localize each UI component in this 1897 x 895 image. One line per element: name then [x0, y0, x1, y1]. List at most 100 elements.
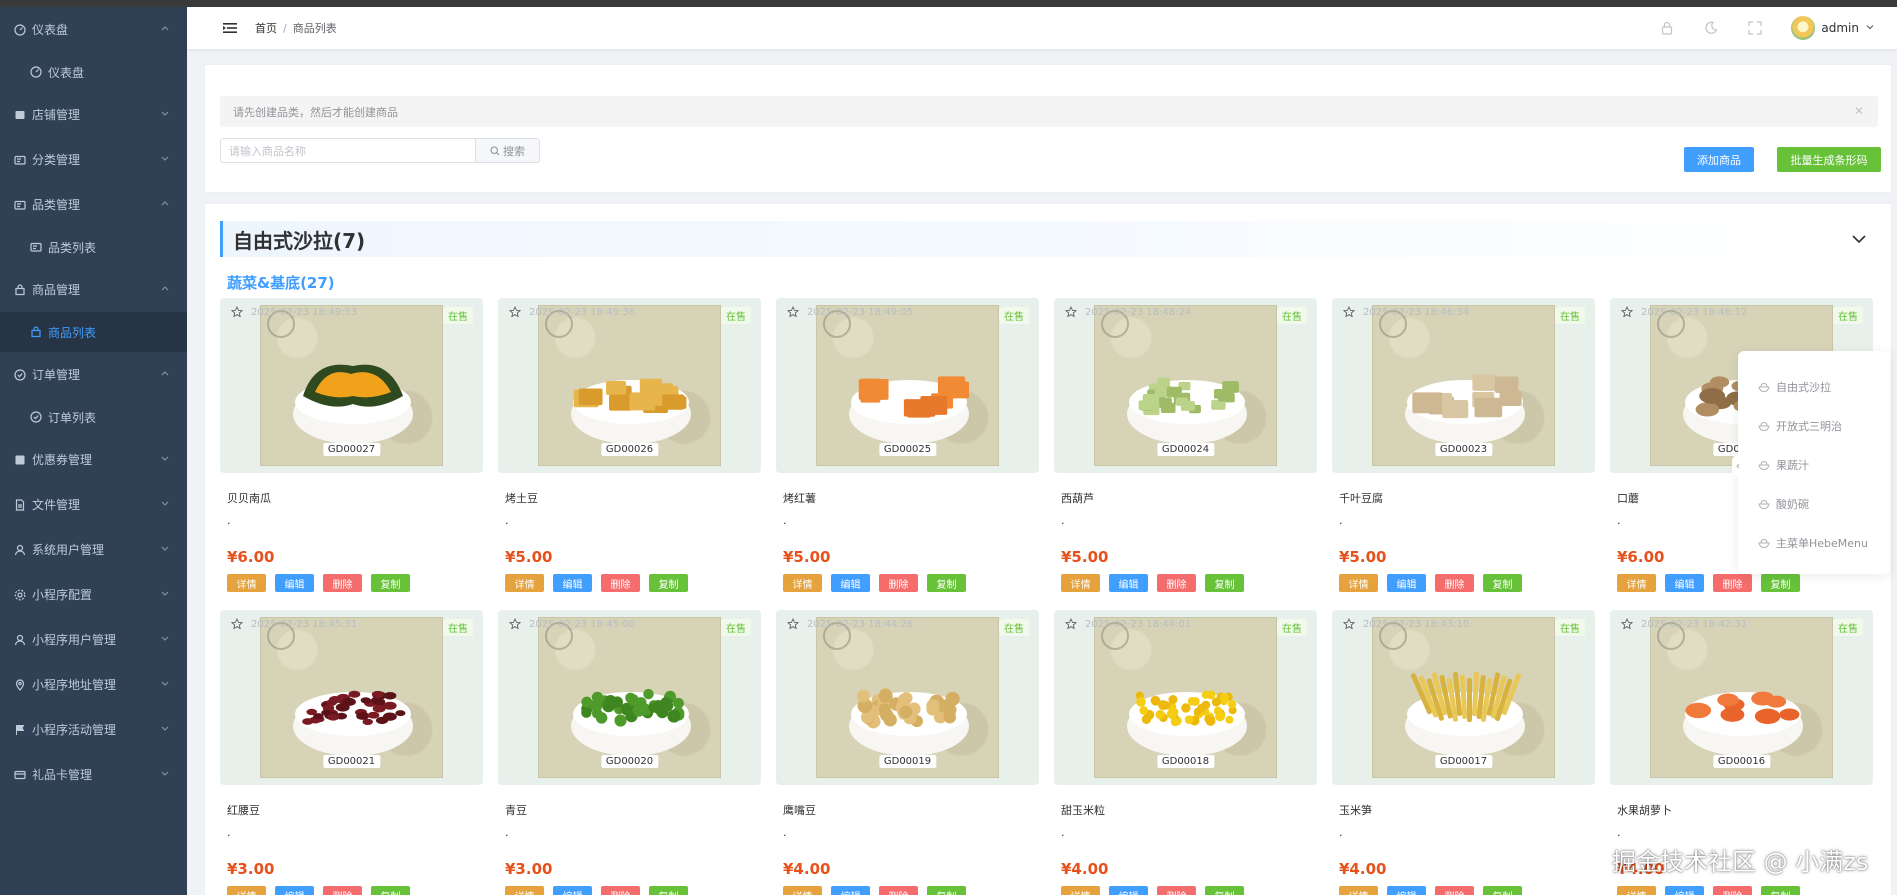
delete-button[interactable]: 删除	[323, 574, 362, 592]
copy-button[interactable]: 复制	[927, 886, 966, 895]
float-menu-item[interactable]: 自由式沙拉	[1738, 367, 1890, 406]
sidebar-item-10[interactable]: 优惠券管理	[0, 437, 187, 482]
star-icon[interactable]	[1343, 306, 1355, 318]
fullscreen-icon[interactable]	[1747, 20, 1763, 36]
delete-button[interactable]: 删除	[1435, 886, 1474, 895]
sidebar-item-13[interactable]: 小程序配置	[0, 572, 187, 617]
detail-button[interactable]: 详情	[1339, 574, 1378, 592]
product-image[interactable]: GD00025 2025-02-23 18:49:05 在售	[776, 298, 1039, 473]
breadcrumb-home[interactable]: 首页	[255, 22, 277, 35]
copy-button[interactable]: 复制	[927, 574, 966, 592]
star-icon[interactable]	[1621, 618, 1633, 630]
star-icon[interactable]	[787, 306, 799, 318]
detail-button[interactable]: 详情	[1061, 574, 1100, 592]
copy-button[interactable]: 复制	[1761, 574, 1800, 592]
star-icon[interactable]	[1621, 306, 1633, 318]
sidebar-item-17[interactable]: 礼品卡管理	[0, 752, 187, 797]
hamburger-icon[interactable]	[223, 22, 237, 34]
float-menu-item[interactable]: 酸奶碗	[1738, 484, 1890, 523]
edit-button[interactable]: 编辑	[1387, 886, 1426, 895]
edit-button[interactable]: 编辑	[1665, 886, 1704, 895]
copy-button[interactable]: 复制	[649, 574, 688, 592]
star-icon[interactable]	[509, 618, 521, 630]
detail-button[interactable]: 详情	[505, 574, 544, 592]
product-image[interactable]: GD00021 2025-02-23 18:45:31 在售	[220, 610, 483, 785]
copy-button[interactable]: 复制	[371, 574, 410, 592]
delete-button[interactable]: 删除	[879, 886, 918, 895]
avatar[interactable]	[1791, 16, 1816, 40]
delete-button[interactable]: 删除	[1157, 574, 1196, 592]
product-image[interactable]: GD00016 2025-02-23 18:42:31 在售	[1610, 610, 1873, 785]
edit-button[interactable]: 编辑	[1665, 574, 1704, 592]
product-image[interactable]: GD00018 2025-02-23 18:44:01 在售	[1054, 610, 1317, 785]
float-menu-item[interactable]: 果蔬汁	[1738, 445, 1890, 484]
sidebar-item-16[interactable]: 小程序活动管理	[0, 707, 187, 752]
sidebar-item-3[interactable]: 分类管理	[0, 137, 187, 182]
edit-button[interactable]: 编辑	[553, 574, 592, 592]
star-icon[interactable]	[787, 618, 799, 630]
copy-button[interactable]: 复制	[371, 886, 410, 895]
product-image[interactable]: GD00019 2025-02-23 18:44:26 在售	[776, 610, 1039, 785]
add-product-button[interactable]: 添加商品	[1684, 147, 1754, 172]
sidebar-item-7[interactable]: 商品列表	[0, 312, 187, 352]
sidebar-item-12[interactable]: 系统用户管理	[0, 527, 187, 572]
category-header[interactable]: 自由式沙拉(7)	[220, 221, 1878, 257]
detail-button[interactable]: 详情	[1617, 574, 1656, 592]
search-button[interactable]: 搜索	[475, 138, 540, 163]
sidebar-item-15[interactable]: 小程序地址管理	[0, 662, 187, 707]
product-image[interactable]: GD00027 2025-02-23 18:49:53 在售	[220, 298, 483, 473]
detail-button[interactable]: 详情	[783, 574, 822, 592]
product-image[interactable]: GD00024 2025-02-23 18:48:24 在售	[1054, 298, 1317, 473]
delete-button[interactable]: 删除	[601, 574, 640, 592]
moon-icon[interactable]	[1703, 20, 1719, 36]
star-icon[interactable]	[1343, 618, 1355, 630]
sidebar-item-6[interactable]: 商品管理	[0, 267, 187, 312]
detail-button[interactable]: 详情	[1617, 886, 1656, 895]
detail-button[interactable]: 详情	[227, 886, 266, 895]
copy-button[interactable]: 复制	[1205, 886, 1244, 895]
edit-button[interactable]: 编辑	[1387, 574, 1426, 592]
delete-button[interactable]: 删除	[1713, 886, 1752, 895]
edit-button[interactable]: 编辑	[831, 886, 870, 895]
star-icon[interactable]	[1065, 618, 1077, 630]
float-menu-toggle[interactable]: ‹	[1732, 455, 1744, 477]
product-image[interactable]: GD00023 2025-02-23 18:46:34 在售	[1332, 298, 1595, 473]
sidebar-item-9[interactable]: 订单列表	[0, 397, 187, 437]
star-icon[interactable]	[231, 306, 243, 318]
sidebar-item-11[interactable]: 文件管理	[0, 482, 187, 527]
batch-barcode-button[interactable]: 批量生成条形码	[1777, 147, 1881, 172]
edit-button[interactable]: 编辑	[1109, 574, 1148, 592]
star-icon[interactable]	[509, 306, 521, 318]
copy-button[interactable]: 复制	[1761, 886, 1800, 895]
search-input[interactable]: 请输入商品名称	[220, 138, 476, 163]
chevron-down-icon[interactable]	[1850, 230, 1868, 248]
edit-button[interactable]: 编辑	[275, 886, 314, 895]
detail-button[interactable]: 详情	[783, 886, 822, 895]
sidebar-item-5[interactable]: 品类列表	[0, 227, 187, 267]
username[interactable]: admin	[1821, 21, 1859, 35]
sidebar-item-2[interactable]: 店铺管理	[0, 92, 187, 137]
copy-button[interactable]: 复制	[649, 886, 688, 895]
float-menu-item[interactable]: 主菜单HebeMenu	[1738, 523, 1890, 562]
delete-button[interactable]: 删除	[1157, 886, 1196, 895]
delete-button[interactable]: 删除	[323, 886, 362, 895]
copy-button[interactable]: 复制	[1205, 574, 1244, 592]
star-icon[interactable]	[1065, 306, 1077, 318]
edit-button[interactable]: 编辑	[831, 574, 870, 592]
sidebar-item-4[interactable]: 品类管理	[0, 182, 187, 227]
lock-icon[interactable]	[1659, 20, 1675, 36]
edit-button[interactable]: 编辑	[275, 574, 314, 592]
edit-button[interactable]: 编辑	[553, 886, 592, 895]
product-image[interactable]: GD00026 2025-02-23 18:49:36 在售	[498, 298, 761, 473]
product-image[interactable]: GD00020 2025-02-23 18:45:00 在售	[498, 610, 761, 785]
sidebar-item-14[interactable]: 小程序用户管理	[0, 617, 187, 662]
copy-button[interactable]: 复制	[1483, 886, 1522, 895]
copy-button[interactable]: 复制	[1483, 574, 1522, 592]
detail-button[interactable]: 详情	[227, 574, 266, 592]
close-icon[interactable]: ✕	[1854, 104, 1864, 118]
delete-button[interactable]: 删除	[601, 886, 640, 895]
sidebar-item-0[interactable]: 仪表盘	[0, 7, 187, 52]
detail-button[interactable]: 详情	[1339, 886, 1378, 895]
chevron-down-icon[interactable]	[1865, 21, 1875, 35]
edit-button[interactable]: 编辑	[1109, 886, 1148, 895]
